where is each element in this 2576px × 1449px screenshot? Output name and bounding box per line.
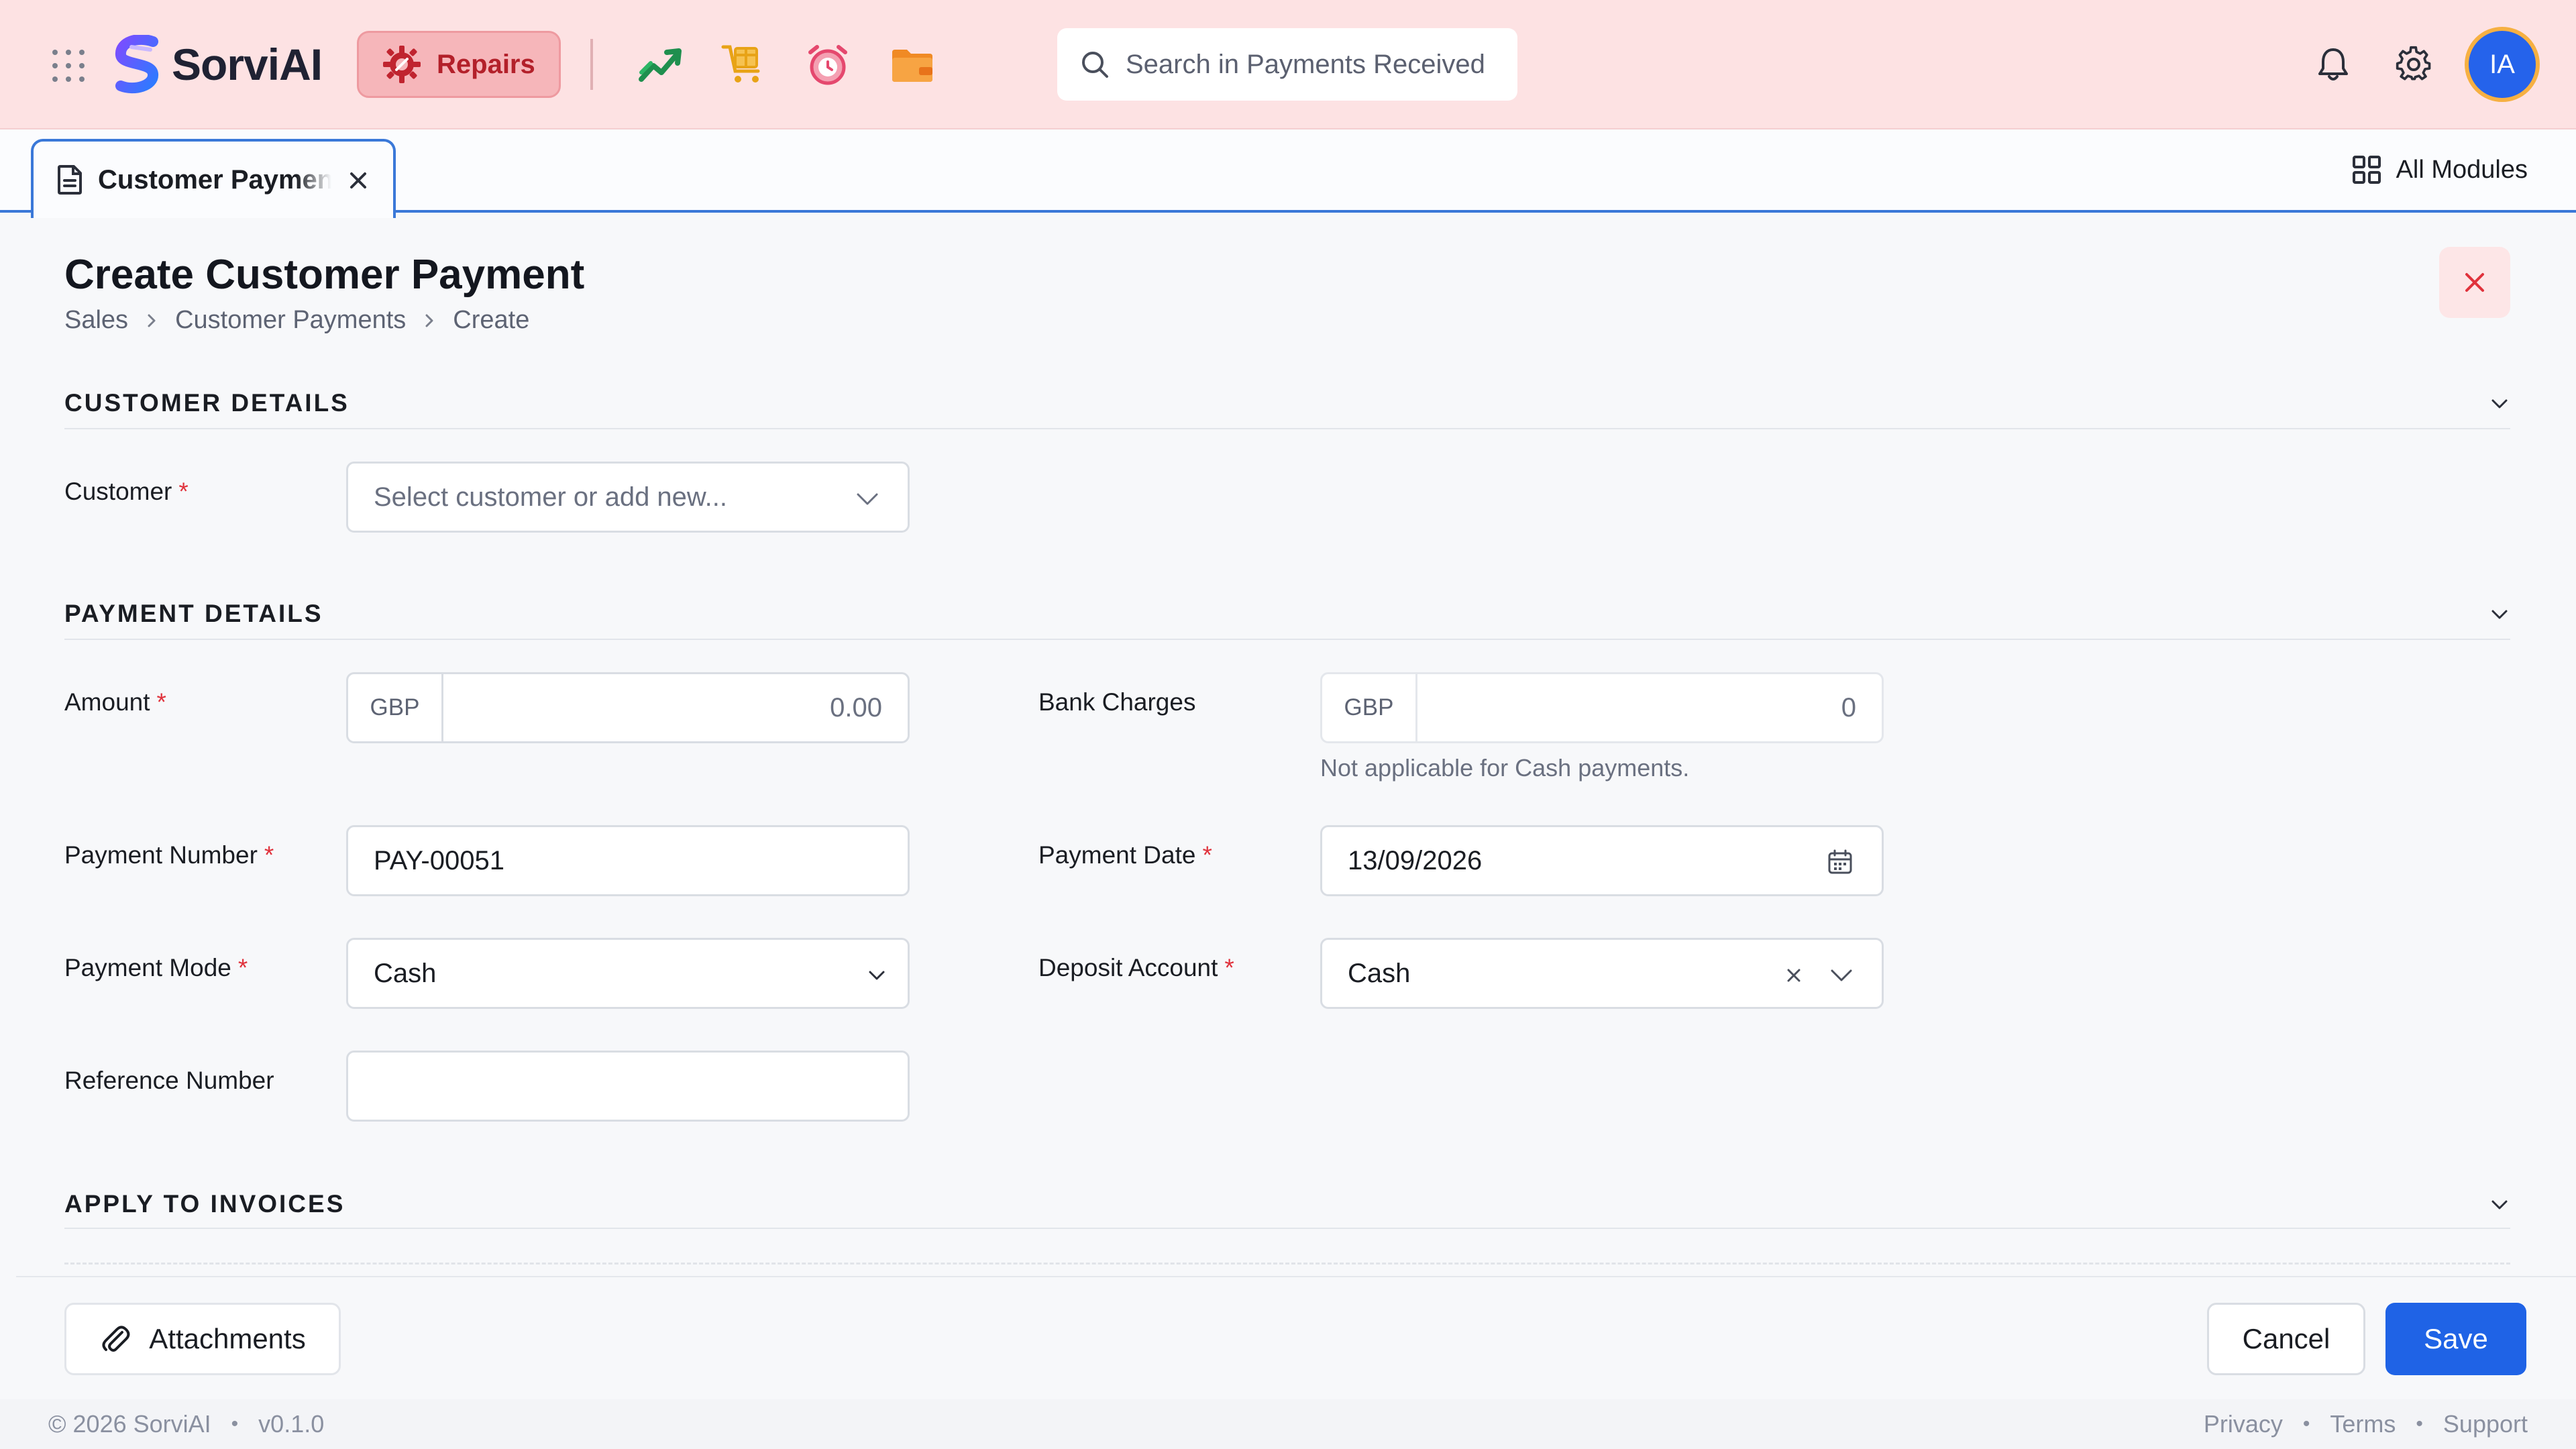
reference-number-label: Reference Number (64, 1067, 274, 1094)
chevron-down-icon (857, 493, 878, 505)
version-text: v0.1.0 (258, 1410, 325, 1438)
payment-number-label: Payment Number * (64, 841, 274, 869)
page-footer: © 2026 SorviAI • v0.1.0 Privacy • Terms … (0, 1399, 2576, 1449)
section-title: APPLY TO INVOICES (64, 1190, 345, 1218)
form-action-bar: Attachments Cancel Save (16, 1276, 2576, 1397)
chevron-down-icon[interactable] (2489, 393, 2510, 415)
tab-customer-payments[interactable]: Customer Payments (31, 139, 396, 218)
payment-date-input[interactable]: 13/09/2026 (1320, 825, 1884, 896)
footer-links: Privacy • Terms • Support (2204, 1410, 2528, 1438)
page-title: Create Customer Payment (64, 252, 585, 298)
paperclip-icon (102, 1326, 130, 1352)
clear-icon[interactable] (1784, 965, 1804, 985)
copyright-text: © 2026 SorviAI (48, 1410, 211, 1438)
modules-grid-icon (2352, 156, 2381, 184)
close-page-button[interactable] (2439, 247, 2510, 318)
amount-field[interactable]: GBP 0.00 (346, 672, 910, 743)
customer-label: Customer * (64, 478, 189, 505)
customer-placeholder: Select customer or add new... (374, 482, 727, 512)
amount-label: Amount * (64, 688, 166, 716)
folder-icon[interactable] (890, 42, 935, 87)
support-link[interactable]: Support (2443, 1410, 2528, 1438)
currency-prefix: GBP (1322, 674, 1417, 741)
bank-charges-hint: Not applicable for Cash payments. (1320, 754, 1690, 782)
deposit-account-label: Deposit Account * (1038, 954, 1234, 981)
bell-icon[interactable] (2314, 46, 2352, 83)
payment-mode-select[interactable]: Cash (346, 938, 910, 1009)
repair-gear-icon (383, 46, 421, 83)
chart-trend-icon[interactable] (637, 42, 683, 87)
attachments-label: Attachments (149, 1323, 306, 1354)
chevron-down-icon (869, 971, 885, 980)
box-cart-icon[interactable] (720, 42, 766, 87)
currency-prefix: GBP (348, 674, 443, 741)
search-icon (1082, 52, 1108, 78)
module-switch-repairs[interactable]: Repairs (357, 31, 561, 98)
invoice-table-edge (64, 1263, 2510, 1265)
terms-link[interactable]: Terms (2330, 1410, 2396, 1438)
payment-number-value: PAY-00051 (374, 845, 504, 875)
reference-number-input[interactable] (346, 1051, 910, 1122)
section-divider (64, 428, 2510, 429)
save-button[interactable]: Save (2385, 1303, 2526, 1375)
gear-icon[interactable] (2395, 46, 2432, 83)
tab-label: Customer Payments (98, 164, 331, 195)
attachments-button[interactable]: Attachments (64, 1303, 341, 1375)
search-placeholder: Search in Payments Received (1126, 49, 1485, 79)
deposit-account-value: Cash (1348, 958, 1411, 988)
chevron-down-icon[interactable] (2489, 1194, 2510, 1216)
payment-date-label: Payment Date * (1038, 841, 1212, 869)
topbar-divider (590, 39, 593, 90)
module-label: Repairs (437, 49, 535, 79)
section-divider (64, 1228, 2510, 1229)
customer-select[interactable]: Select customer or add new... (346, 462, 910, 533)
section-payment-details[interactable]: PAYMENT DETAILS (64, 600, 2510, 628)
payment-number-input[interactable]: PAY-00051 (346, 825, 910, 896)
logo-mark-icon (115, 35, 158, 94)
breadcrumb-item-customer-payments[interactable]: Customer Payments (175, 306, 406, 335)
calendar-icon[interactable] (1827, 849, 1854, 875)
top-bar: SorviAI Repairs Search in Payments Recei… (0, 0, 2576, 129)
breadcrumb-item-create: Create (453, 306, 530, 334)
bank-charges-value: 0 (1841, 692, 1856, 722)
payment-mode-label: Payment Mode * (64, 954, 248, 981)
app-grid-icon[interactable] (51, 48, 86, 83)
section-apply-to-invoices[interactable]: APPLY TO INVOICES (64, 1190, 2510, 1218)
bank-charges-label: Bank Charges (1038, 688, 1196, 716)
user-avatar[interactable]: IA (2465, 27, 2540, 102)
section-title: PAYMENT DETAILS (64, 600, 323, 627)
brand-name: SorviAI (172, 40, 323, 89)
section-divider (64, 639, 2510, 640)
close-icon (2465, 273, 2484, 292)
brand-logo[interactable]: SorviAI (111, 34, 323, 95)
breadcrumb: Sales Customer Payments Create (64, 306, 529, 335)
chevron-right-icon (148, 314, 156, 327)
separator-dot: • (2302, 1413, 2310, 1435)
document-icon (58, 165, 82, 195)
privacy-link[interactable]: Privacy (2204, 1410, 2283, 1438)
alarm-clock-icon[interactable] (805, 42, 851, 87)
footer-meta: © 2026 SorviAI • v0.1.0 (48, 1410, 324, 1438)
cancel-button[interactable]: Cancel (2207, 1303, 2365, 1375)
bank-charges-field[interactable]: GBP 0 (1320, 672, 1884, 743)
breadcrumb-item-sales[interactable]: Sales (64, 306, 128, 335)
global-search-input[interactable]: Search in Payments Received (1057, 28, 1517, 101)
payment-mode-value: Cash (374, 958, 437, 988)
tab-bar: Customer Payments All Modules (0, 129, 2576, 218)
section-customer-details[interactable]: CUSTOMER DETAILS (64, 389, 2510, 417)
separator-dot: • (2416, 1413, 2423, 1435)
amount-value: 0.00 (830, 692, 882, 722)
section-title: CUSTOMER DETAILS (64, 389, 350, 417)
chevron-right-icon (425, 314, 433, 327)
separator-dot: • (231, 1413, 239, 1435)
chevron-down-icon[interactable] (2489, 604, 2510, 625)
all-modules-button[interactable]: All Modules (2352, 155, 2528, 184)
all-modules-label: All Modules (2396, 155, 2528, 184)
deposit-account-select[interactable]: Cash (1320, 938, 1884, 1009)
payment-date-value: 13/09/2026 (1348, 845, 1483, 875)
chevron-down-icon (1831, 969, 1852, 981)
close-icon[interactable] (347, 170, 369, 191)
